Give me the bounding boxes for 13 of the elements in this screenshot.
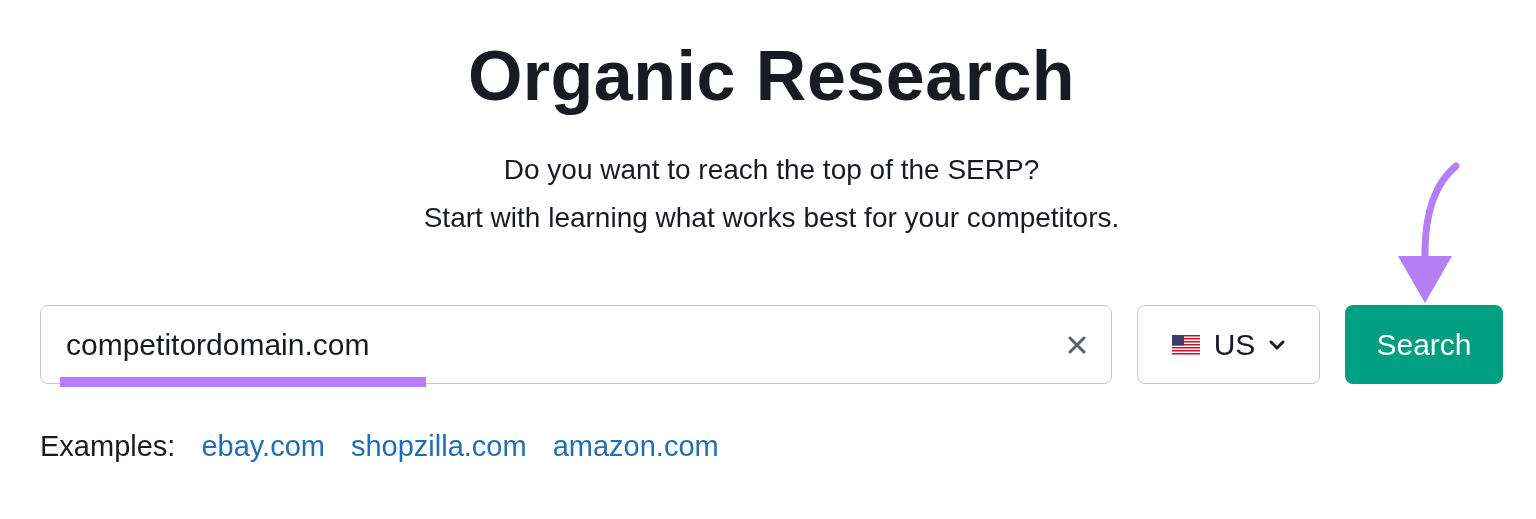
clear-icon[interactable] [1067,334,1087,355]
example-link[interactable]: amazon.com [552,430,719,463]
country-select[interactable]: US [1137,305,1320,384]
subtitle-text: Start with learning what works best for your competitors. [423,201,1120,235]
example-link[interactable]: ebay.com [201,430,325,463]
caret-icon [1269,339,1286,350]
field-value: competitordomain.com [66,327,371,362]
page-title: Organic Research [466,36,1077,116]
example-link[interactable]: shopzilla.com [350,430,527,463]
examples-label: Examples: [40,430,176,463]
flag-icon [1171,334,1200,355]
subtitle-text: Do you want to reach the top of the SERP? [503,153,1040,187]
search-button[interactable]: Search [1345,305,1503,384]
